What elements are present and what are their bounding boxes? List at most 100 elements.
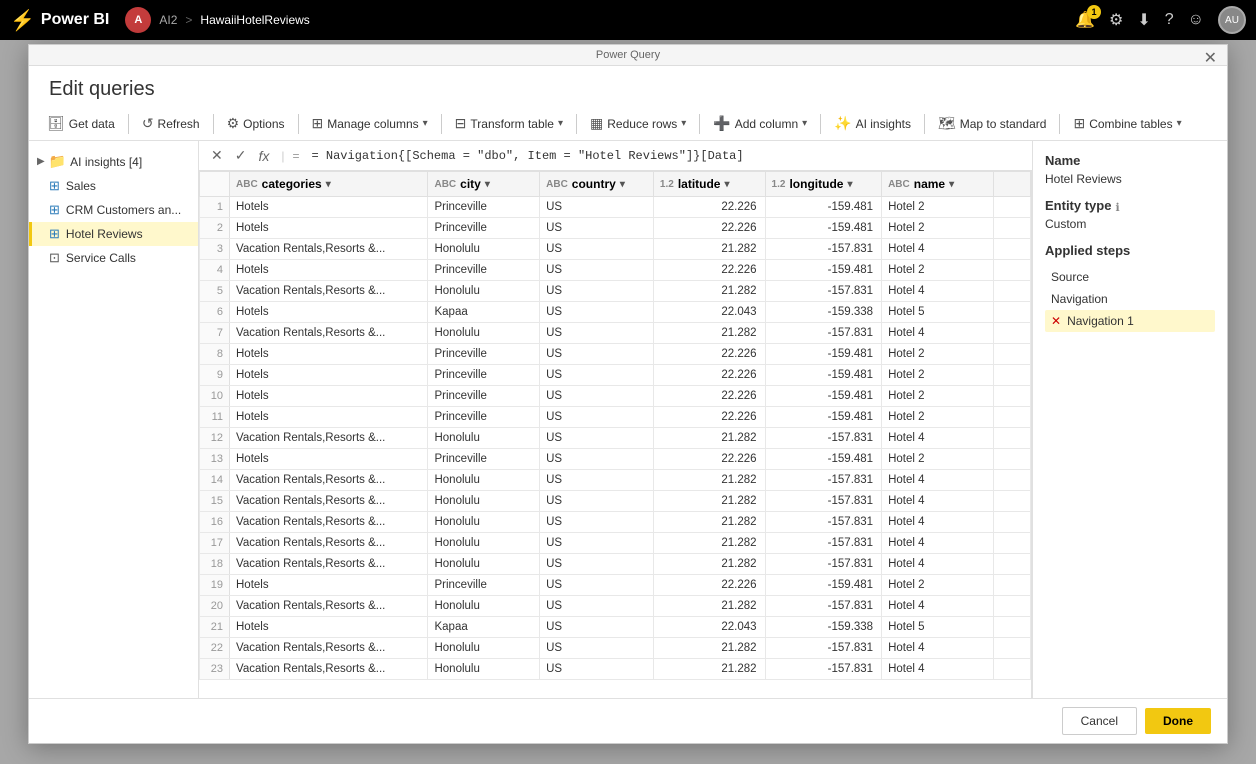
- cell-latitude: 22.043: [653, 302, 765, 323]
- table-row: 1 Hotels Princeville US 22.226 -159.481 …: [200, 197, 1031, 218]
- get-data-button[interactable]: 🗄 Get data: [39, 111, 123, 136]
- reduce-rows-button[interactable]: ▦ Reduce rows ▾: [582, 111, 694, 136]
- breadcrumb-item[interactable]: HawaiiHotelReviews: [200, 13, 309, 27]
- cell-extra: [993, 260, 1030, 281]
- filter-city[interactable]: ▾: [485, 179, 490, 190]
- map-to-standard-icon: 🗺: [938, 115, 956, 132]
- combine-tables-button[interactable]: ⊞ Combine tables ▾: [1065, 111, 1189, 136]
- sidebar-item-hotel-reviews[interactable]: ⊞ Hotel Reviews: [29, 222, 198, 246]
- done-button[interactable]: Done: [1145, 708, 1211, 734]
- row-number: 4: [200, 260, 230, 281]
- cell-longitude: -157.831: [765, 512, 882, 533]
- options-button[interactable]: ⚙ Options: [219, 111, 293, 136]
- cell-name: Hotel 4: [882, 428, 994, 449]
- formula-cancel-button[interactable]: ✕: [207, 145, 227, 166]
- sidebar-item-crm-label: CRM Customers an...: [66, 203, 181, 217]
- map-to-standard-button[interactable]: 🗺 Map to standard: [930, 111, 1055, 136]
- sidebar-item-crm[interactable]: ⊞ CRM Customers an...: [29, 198, 198, 222]
- cell-country: US: [540, 386, 654, 407]
- cell-categories: Vacation Rentals,Resorts &...: [230, 239, 428, 260]
- modal-close-button[interactable]: ✕: [1204, 48, 1217, 68]
- cell-city: Princeville: [428, 449, 540, 470]
- cell-longitude: -159.481: [765, 344, 882, 365]
- cell-country: US: [540, 344, 654, 365]
- smiley-icon[interactable]: ☺: [1188, 11, 1204, 29]
- cell-country: US: [540, 197, 654, 218]
- table-row: 17 Vacation Rentals,Resorts &... Honolul…: [200, 533, 1031, 554]
- cell-longitude: -157.831: [765, 428, 882, 449]
- row-number: 20: [200, 596, 230, 617]
- cell-country: US: [540, 449, 654, 470]
- sidebar: ▶ 📁 AI insights [4] ⊞ Sales ⊞ CRM Custom…: [29, 141, 199, 698]
- row-number: 21: [200, 617, 230, 638]
- notification-icon[interactable]: 🔔 1: [1075, 10, 1095, 30]
- cell-city: Honolulu: [428, 554, 540, 575]
- step-navigation-1[interactable]: ✕ Navigation 1: [1045, 310, 1215, 332]
- delete-step-icon[interactable]: ✕: [1051, 314, 1061, 328]
- sidebar-item-sales[interactable]: ⊞ Sales: [29, 174, 198, 198]
- transform-table-button[interactable]: ⊟ Transform table ▾: [447, 111, 571, 136]
- col-header-country: ABC country ▾: [540, 172, 654, 197]
- filter-categories[interactable]: ▾: [326, 179, 331, 190]
- cell-longitude: -157.831: [765, 323, 882, 344]
- formula-confirm-button[interactable]: ✓: [231, 145, 251, 166]
- ai-insights-button[interactable]: ✨ AI insights: [826, 111, 919, 136]
- help-icon[interactable]: ?: [1165, 11, 1174, 29]
- cell-longitude: -157.831: [765, 491, 882, 512]
- sidebar-group-ai-insights[interactable]: ▶ 📁 AI insights [4]: [29, 149, 198, 174]
- user-profile-avatar[interactable]: AU: [1218, 6, 1246, 34]
- cell-longitude: -159.481: [765, 407, 882, 428]
- table-row: 21 Hotels Kapaa US 22.043 -159.338 Hotel…: [200, 617, 1031, 638]
- step-source[interactable]: Source: [1045, 266, 1215, 288]
- cell-city: Princeville: [428, 260, 540, 281]
- table-row: 18 Vacation Rentals,Resorts &... Honolul…: [200, 554, 1031, 575]
- brand: ⚡ Power BI: [10, 8, 109, 33]
- data-table: ABC categories ▾ ABC city ▾: [199, 171, 1031, 680]
- filter-country[interactable]: ▾: [620, 179, 625, 190]
- table-row: 10 Hotels Princeville US 22.226 -159.481…: [200, 386, 1031, 407]
- cell-extra: [993, 344, 1030, 365]
- cell-extra: [993, 365, 1030, 386]
- cell-city: Princeville: [428, 575, 540, 596]
- table-body: 1 Hotels Princeville US 22.226 -159.481 …: [200, 197, 1031, 680]
- service-icon: ⊡: [49, 250, 60, 266]
- cell-extra: [993, 239, 1030, 260]
- sidebar-item-service-calls[interactable]: ⊡ Service Calls: [29, 246, 198, 270]
- cell-country: US: [540, 638, 654, 659]
- cell-categories: Vacation Rentals,Resorts &...: [230, 323, 428, 344]
- filter-name[interactable]: ▾: [949, 179, 954, 190]
- cell-name: Hotel 2: [882, 365, 994, 386]
- row-number: 17: [200, 533, 230, 554]
- cell-city: Kapaa: [428, 302, 540, 323]
- sidebar-item-service-calls-label: Service Calls: [66, 251, 136, 265]
- add-column-button[interactable]: ➕ Add column ▾: [705, 111, 815, 136]
- cell-longitude: -159.481: [765, 575, 882, 596]
- cell-categories: Vacation Rentals,Resorts &...: [230, 533, 428, 554]
- combine-tables-chevron: ▾: [1177, 118, 1182, 129]
- cell-country: US: [540, 617, 654, 638]
- col-header-categories: ABC categories ▾: [230, 172, 428, 197]
- page-title-area: Edit queries: [29, 66, 1227, 107]
- download-icon[interactable]: ⬇: [1137, 10, 1150, 30]
- row-number: 10: [200, 386, 230, 407]
- formula-fx-button[interactable]: fx: [254, 146, 273, 166]
- manage-columns-button[interactable]: ⊞ Manage columns ▾: [304, 111, 436, 136]
- cell-country: US: [540, 428, 654, 449]
- table-row: 12 Vacation Rentals,Resorts &... Honolul…: [200, 428, 1031, 449]
- settings-icon[interactable]: ⚙: [1109, 10, 1123, 30]
- formula-input[interactable]: [308, 147, 1025, 165]
- col-header-longitude: 1.2 longitude ▾: [765, 172, 882, 197]
- filter-latitude[interactable]: ▾: [724, 179, 729, 190]
- cell-country: US: [540, 554, 654, 575]
- step-navigation[interactable]: Navigation: [1045, 288, 1215, 310]
- table-row: 15 Vacation Rentals,Resorts &... Honolul…: [200, 491, 1031, 512]
- data-table-container[interactable]: ABC categories ▾ ABC city ▾: [199, 171, 1032, 698]
- cell-categories: Vacation Rentals,Resorts &...: [230, 470, 428, 491]
- refresh-button[interactable]: ↺ Refresh: [134, 111, 208, 136]
- toolbar-separator-2: [213, 114, 214, 134]
- cell-extra: [993, 302, 1030, 323]
- toolbar-separator-7: [820, 114, 821, 134]
- cell-latitude: 21.282: [653, 533, 765, 554]
- cancel-button[interactable]: Cancel: [1062, 707, 1137, 735]
- filter-longitude[interactable]: ▾: [847, 179, 852, 190]
